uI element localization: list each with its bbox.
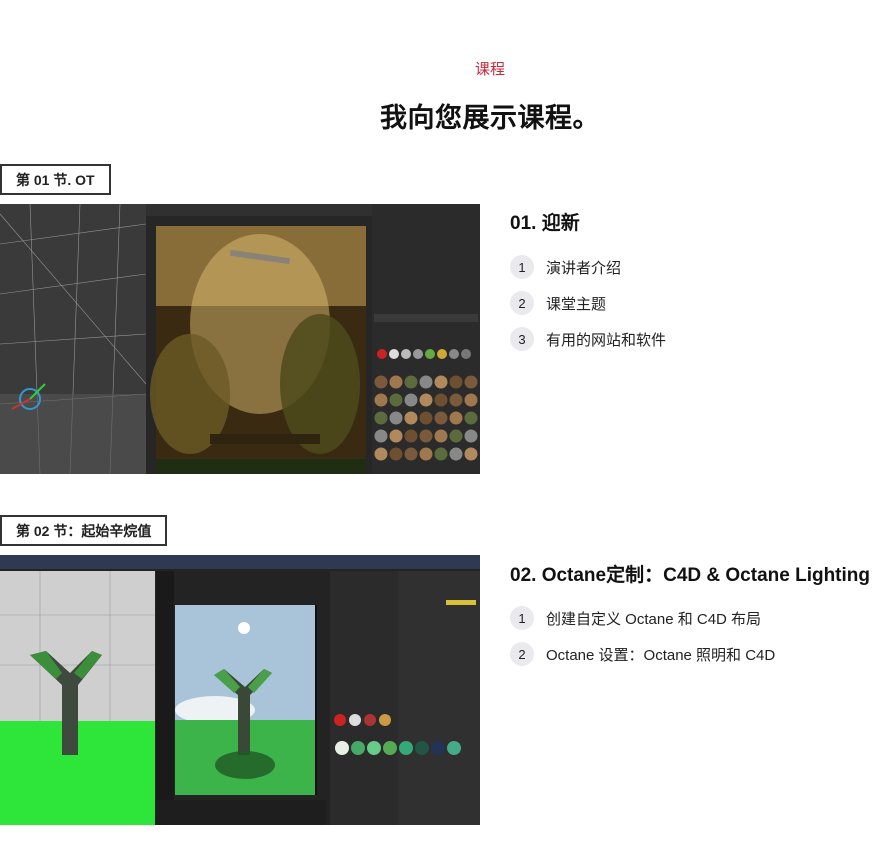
section-eyebrow: 课程: [474, 61, 505, 78]
material-swatch: [374, 411, 388, 425]
page-title: 我向您展示课程。: [380, 103, 600, 133]
material-swatch: [434, 393, 448, 407]
item-label: 有用的网站和软件: [546, 331, 667, 349]
c4d-y-logo-render-image: [0, 555, 480, 825]
material-swatch: [464, 447, 478, 461]
material-swatch: [389, 429, 403, 443]
list-item: 1 演讲者介绍: [510, 249, 666, 285]
material-swatch: [374, 375, 388, 389]
material-swatch: [449, 429, 463, 443]
section-1-screenshot: [0, 204, 480, 474]
material-swatch: [434, 429, 448, 443]
item-number-badge: 2: [510, 642, 534, 666]
item-label: Octane 设置：Octane 照明和 C4D: [546, 646, 776, 664]
list-item: 2 课堂主题: [510, 285, 666, 321]
item-number-badge: 1: [510, 255, 534, 279]
material-swatch: [434, 375, 448, 389]
section-2-screenshot: [0, 555, 480, 825]
material-swatch: [464, 375, 478, 389]
item-number-badge: 2: [510, 291, 534, 315]
lesson-1-list: 1 演讲者介绍 2 课堂主题 3 有用的网站和软件: [510, 249, 666, 357]
lesson-2-title: 02. Octane定制：C4D & Octane Lighting: [510, 565, 870, 586]
material-swatch: [404, 411, 418, 425]
item-number-badge: 3: [510, 327, 534, 351]
material-swatch: [389, 447, 403, 461]
material-swatch: [404, 375, 418, 389]
item-label: 课堂主题: [546, 295, 607, 313]
item-label: 演讲者介绍: [546, 259, 622, 277]
lesson-1-title: 01. 迎新: [510, 213, 580, 234]
material-swatch: [434, 411, 448, 425]
material-swatch: [449, 447, 463, 461]
material-swatch: [464, 393, 478, 407]
item-label: 创建自定义 Octane 和 C4D 布局: [546, 610, 762, 628]
c4d-jungle-render-image: [0, 204, 480, 474]
list-item: 3 有用的网站和软件: [510, 321, 666, 357]
material-swatch: [389, 375, 403, 389]
material-swatch: [434, 447, 448, 461]
material-swatch: [389, 411, 403, 425]
material-swatch: [464, 429, 478, 443]
list-item: 2 Octane 设置：Octane 照明和 C4D: [510, 636, 775, 672]
lesson-2-list: 1 创建自定义 Octane 和 C4D 布局 2 Octane 设置：Octane…: [510, 600, 775, 672]
material-swatch: [374, 447, 388, 461]
material-swatch: [404, 429, 418, 443]
material-swatch: [374, 393, 388, 407]
material-swatch: [389, 393, 403, 407]
material-swatch: [464, 411, 478, 425]
material-swatch: [419, 447, 433, 461]
material-swatch: [404, 393, 418, 407]
material-swatch: [419, 375, 433, 389]
item-number-badge: 1: [510, 606, 534, 630]
material-swatch: [419, 411, 433, 425]
section-2-tag: 第 02 节：起始辛烷值: [0, 515, 168, 546]
list-item: 1 创建自定义 Octane 和 C4D 布局: [510, 600, 775, 636]
material-swatch: [419, 429, 433, 443]
material-swatch: [449, 411, 463, 425]
material-swatch: [449, 375, 463, 389]
section-1-tag: 第 01 节. OT: [0, 164, 111, 195]
material-swatch: [419, 393, 433, 407]
material-swatch: [449, 393, 463, 407]
material-swatch: [374, 429, 388, 443]
material-swatch: [404, 447, 418, 461]
